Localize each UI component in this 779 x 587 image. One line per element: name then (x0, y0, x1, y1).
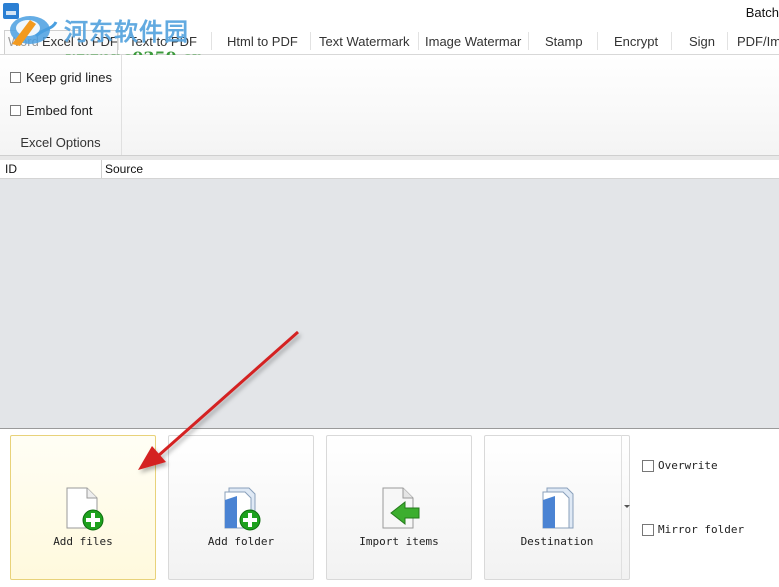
tab-divider (418, 32, 419, 50)
tab-html-to-pdf[interactable]: Html to PDF (227, 34, 298, 49)
embed-font-option[interactable]: Embed font (10, 103, 93, 118)
keep-grid-lines-label: Keep grid lines (26, 70, 112, 85)
destination-folder-icon (542, 487, 574, 529)
tab-image-watermark[interactable]: Image Watermar (425, 34, 521, 49)
add-files-button[interactable]: Add files (10, 435, 156, 580)
mirror-folder-label: Mirror folder (658, 523, 745, 536)
file-list[interactable]: ID Source (0, 160, 779, 429)
ribbon: Keep grid lines Embed font Excel Options (0, 55, 779, 156)
mirror-folder-checkbox[interactable] (642, 523, 654, 536)
tab-divider (671, 32, 672, 50)
add-folder-label: Add folder (207, 535, 275, 548)
add-folder-icon (224, 487, 261, 531)
mirror-folder-option[interactable]: Mirror folder (642, 523, 744, 536)
tab-pdf-image[interactable]: PDF/Im (737, 34, 779, 49)
tab-sign[interactable]: Sign (689, 34, 715, 49)
column-source[interactable]: Source (105, 162, 143, 176)
tab-text-watermark[interactable]: Text Watermark (319, 34, 410, 49)
import-items-label: Import items (359, 535, 439, 548)
action-bar: Add files Add folder Import items Destin… (0, 429, 779, 587)
tab-divider (310, 32, 311, 50)
add-folder-button[interactable]: Add folder (168, 435, 314, 580)
column-divider[interactable] (101, 160, 102, 178)
overwrite-label: Overwrite (658, 459, 718, 472)
tab-divider (211, 32, 212, 50)
embed-font-label: Embed font (26, 103, 93, 118)
destination-label: Destination (520, 535, 594, 548)
window-title: Batch (745, 5, 779, 20)
import-items-button[interactable]: Import items (326, 435, 472, 580)
chevron-down-icon (624, 505, 630, 508)
group-label: Excel Options (20, 135, 101, 150)
tab-divider (528, 32, 529, 50)
column-id[interactable]: ID (5, 162, 17, 176)
import-icon (382, 487, 420, 529)
add-files-label: Add files (53, 535, 113, 548)
overwrite-checkbox[interactable] (642, 459, 654, 472)
tab-encrypt[interactable]: Encrypt (614, 34, 658, 49)
tab-divider (727, 32, 728, 50)
overwrite-option[interactable]: Overwrite (642, 459, 718, 472)
watermark-site-name: 河东软件园 (64, 17, 189, 46)
watermark-logo-icon (10, 16, 58, 46)
tab-divider (597, 32, 598, 50)
destination-button[interactable]: Destination (484, 435, 630, 580)
grid-header: ID Source (0, 160, 779, 179)
destination-dropdown[interactable] (621, 435, 633, 580)
embed-font-checkbox[interactable] (10, 105, 21, 116)
add-file-icon (66, 487, 104, 531)
tab-stamp[interactable]: Stamp (545, 34, 583, 49)
keep-grid-lines-option[interactable]: Keep grid lines (10, 70, 112, 85)
keep-grid-lines-checkbox[interactable] (10, 72, 21, 83)
excel-options-group: Keep grid lines Embed font Excel Options (0, 55, 122, 155)
